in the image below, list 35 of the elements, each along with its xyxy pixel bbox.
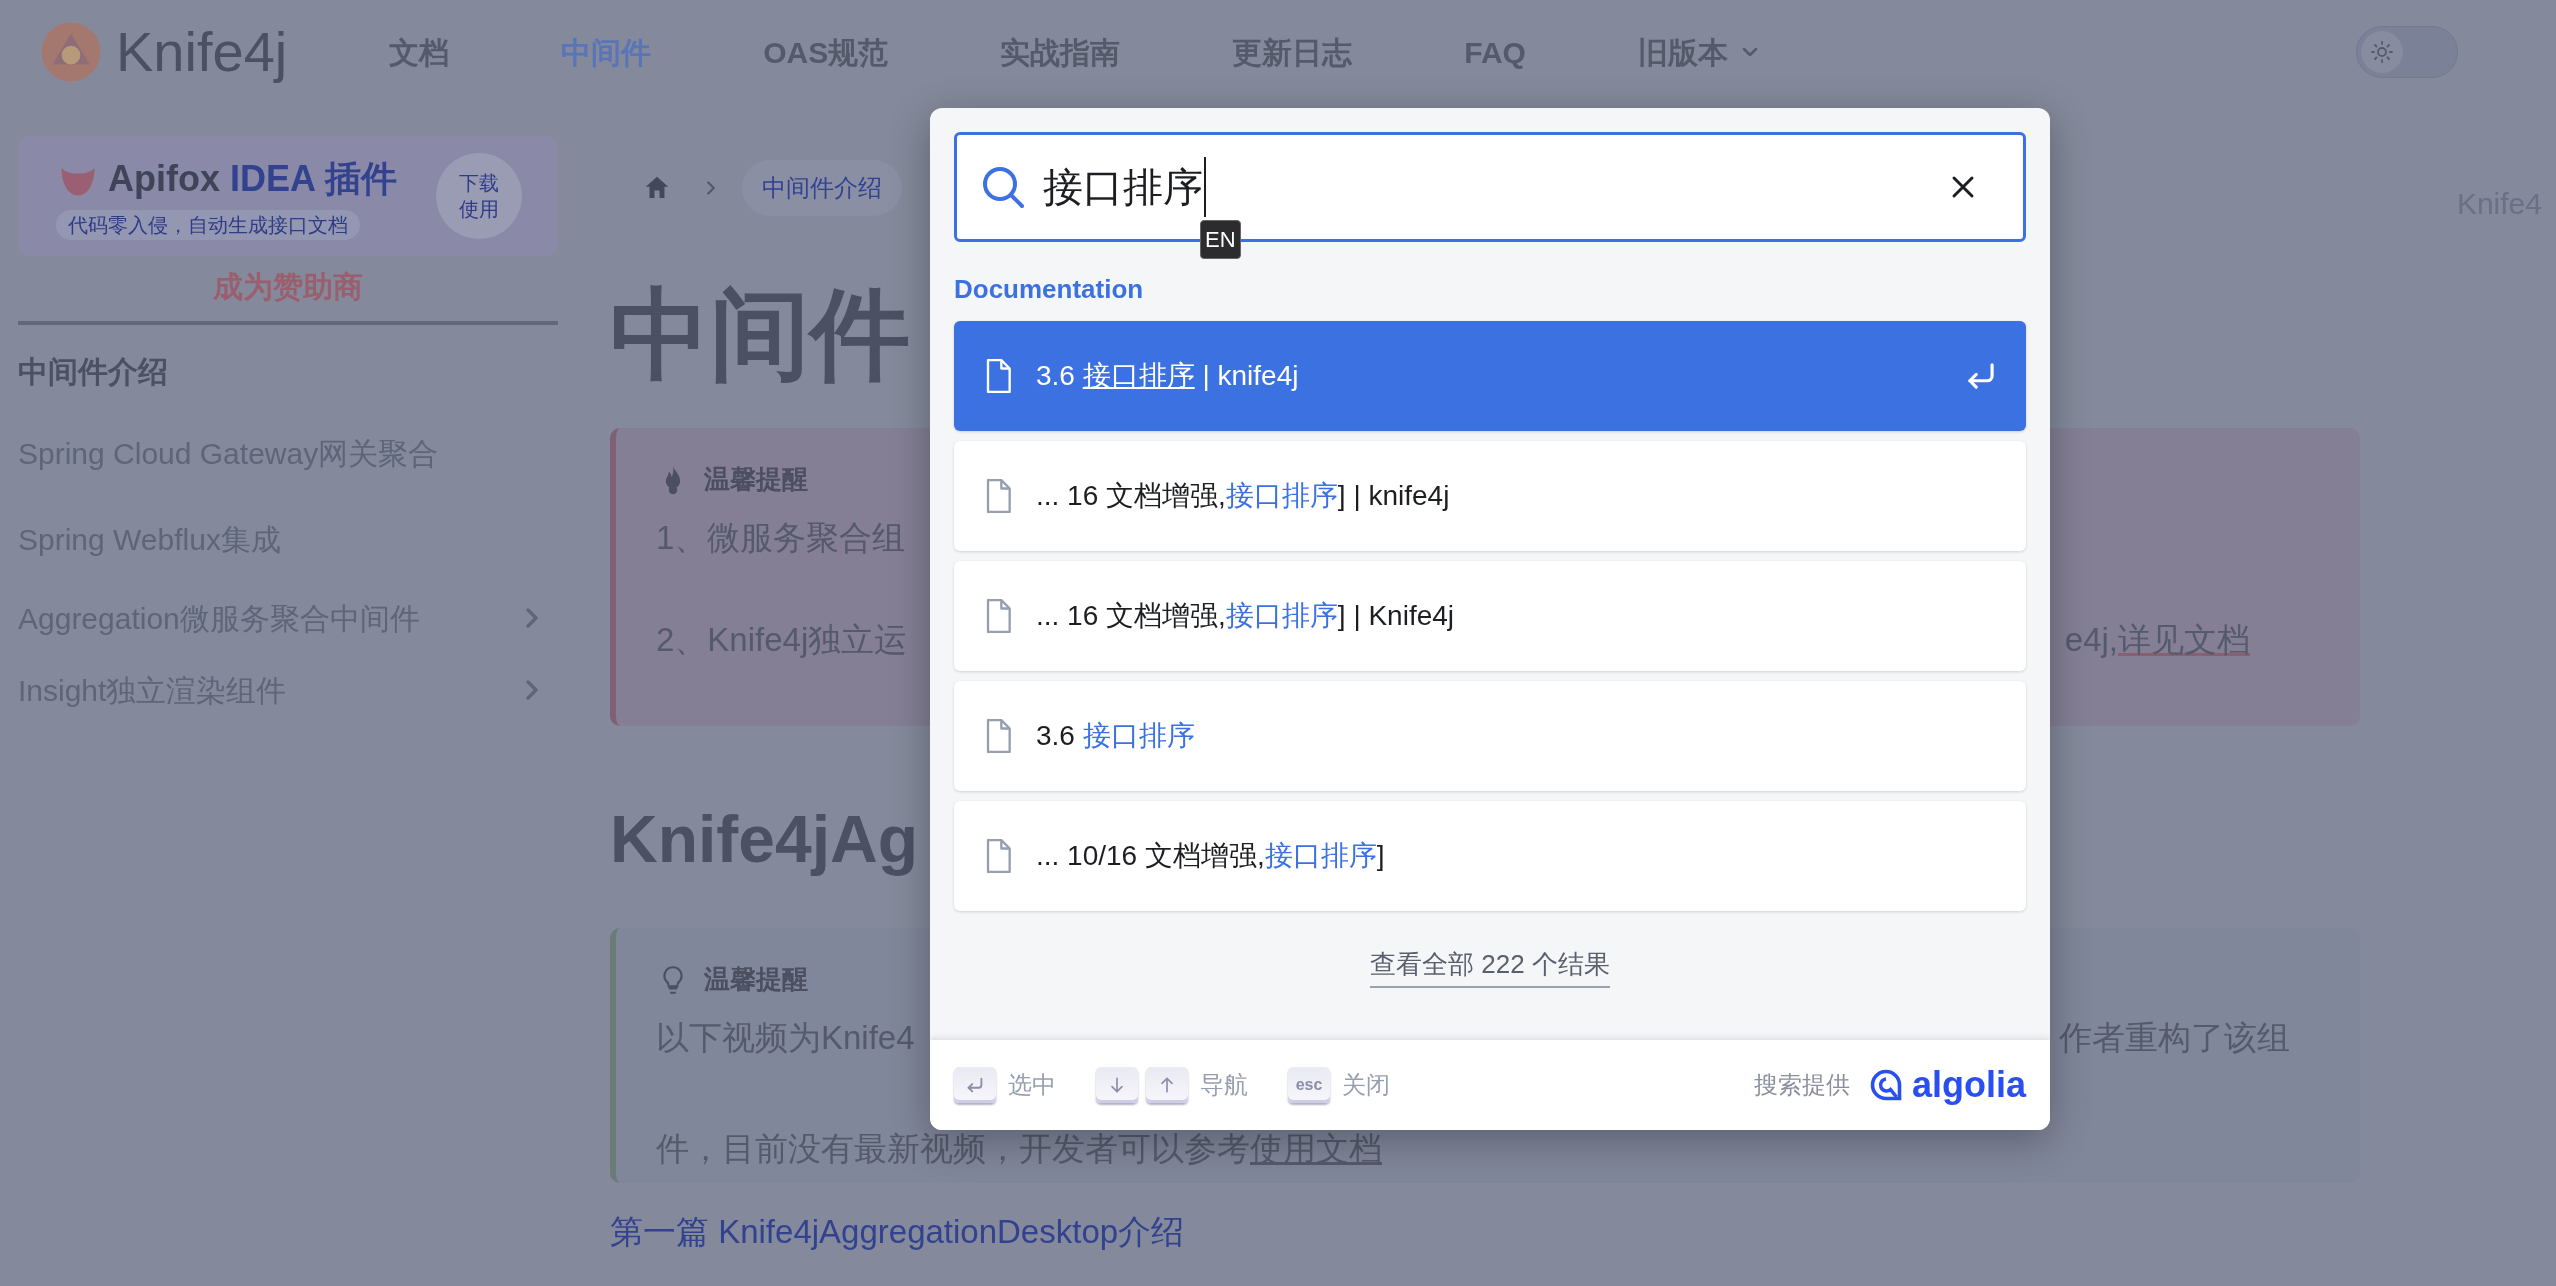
search-result[interactable]: ... 10/16 文档增强,接口排序] — [954, 801, 2026, 911]
sidebar-section-title: 中间件介绍 — [18, 354, 169, 390]
result-title: 3.6 接口排序 — [1036, 719, 1195, 753]
shortcut-label: 选中 — [1008, 1070, 1056, 1100]
page-title: 中间件 — [610, 277, 910, 392]
sun-icon — [2370, 40, 2394, 64]
search-result[interactable]: 3.6 接口排序 | knife4j — [954, 321, 2026, 431]
result-title: 3.6 接口排序 | knife4j — [1036, 359, 1299, 393]
logo-text: Knife4j — [116, 19, 288, 85]
result-title: ... 16 文档增强,接口排序] | knife4j — [1036, 479, 1450, 513]
article-link[interactable]: 第一篇 Knife4jAggregationDesktop介绍 — [610, 1207, 1185, 1257]
result-title: ... 10/16 文档增强,接口排序] — [1036, 839, 1385, 873]
sponsor-banner[interactable]: Apifox IDEA 插件 代码零入侵，自动生成接口文档 下载使用 — [18, 136, 558, 256]
see-all-link[interactable]: 查看全部 222 个结果 — [1370, 945, 1610, 988]
banner-tagline: 代码零入侵，自动生成接口文档 — [56, 210, 360, 240]
section-heading: Knife4jAg — [610, 801, 919, 878]
search-result[interactable]: 3.6 接口排序 — [954, 681, 2026, 791]
breadcrumb-item[interactable]: 中间件介绍 — [742, 160, 902, 216]
logo-icon — [40, 21, 102, 83]
result-title: ... 16 文档增强,接口排序] | Knife4j — [1036, 599, 1455, 633]
results-section-title: Documentation — [953, 273, 1145, 306]
shortcut-label: 关闭 — [1342, 1070, 1390, 1100]
search-text: 接口排序 — [1043, 157, 1206, 217]
download-button[interactable]: 下载使用 — [436, 153, 522, 239]
callout-title: 温馨提醒 — [704, 963, 808, 996]
key-cap: esc — [1288, 1067, 1330, 1103]
input-method-badge: EN — [1200, 220, 1241, 259]
theme-toggle[interactable] — [2356, 26, 2458, 78]
callout-title: 温馨提醒 — [704, 463, 808, 496]
search-result[interactable]: ... 16 文档增强,接口排序] | Knife4j — [954, 561, 2026, 671]
algolia-logo-text: algolia — [1911, 1063, 2026, 1107]
shortcut-label: 导航 — [1200, 1070, 1248, 1100]
banner-title: Apifox IDEA 插件 — [108, 157, 397, 201]
powered-by-text: 搜索提供 — [1753, 1070, 1850, 1100]
search-result[interactable]: ... 16 文档增强,接口排序] | knife4j — [954, 441, 2026, 551]
